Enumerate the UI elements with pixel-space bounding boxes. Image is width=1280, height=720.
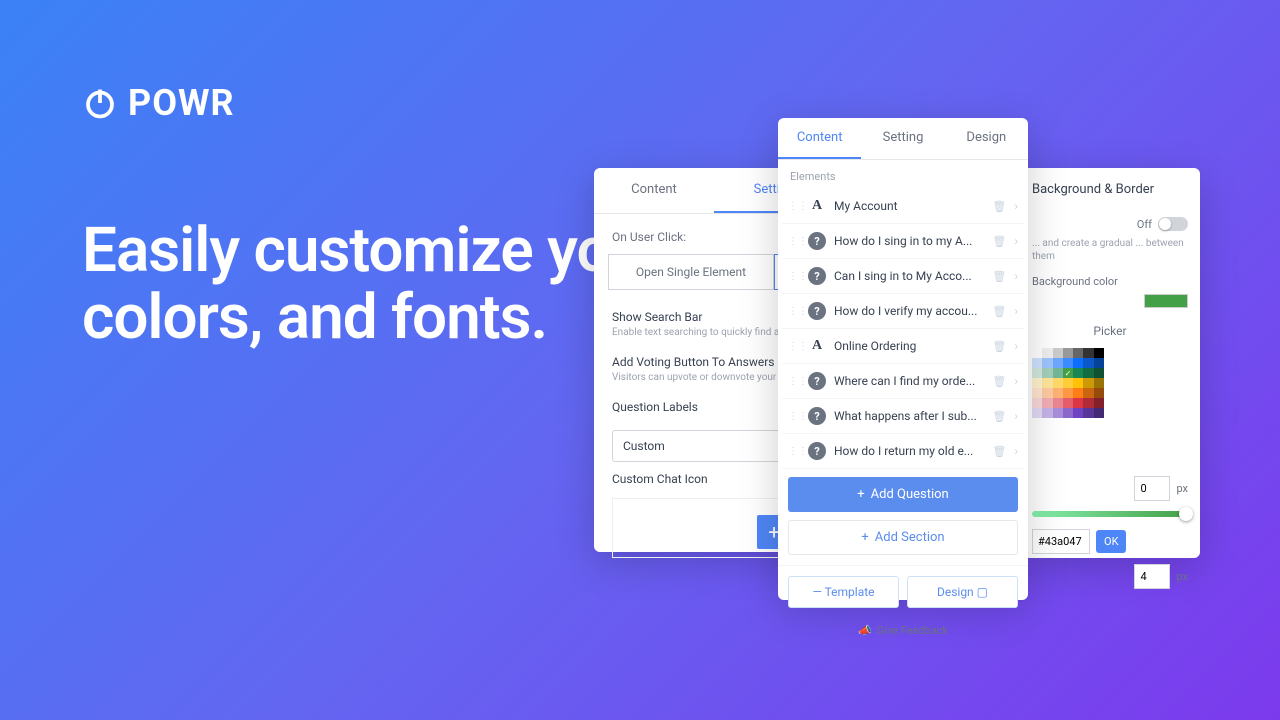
question-icon: ?	[808, 232, 826, 250]
element-label: Where can I find my orde...	[834, 374, 984, 388]
element-item[interactable]: ⋮⋮ A My Account 🗑 ›	[782, 189, 1024, 224]
text-icon: A	[808, 197, 826, 215]
template-button[interactable]: — Template	[788, 576, 899, 608]
megaphone-icon: 📣	[858, 624, 872, 637]
element-label: My Account	[834, 199, 984, 213]
trash-icon[interactable]: 🗑	[992, 375, 1006, 388]
open-single-button[interactable]: Open Single Element	[608, 254, 774, 290]
trash-icon[interactable]: 🗑	[992, 200, 1006, 213]
chevron-right-icon[interactable]: ›	[1014, 304, 1018, 318]
hex-input[interactable]	[1032, 529, 1090, 554]
chevron-right-icon[interactable]: ›	[1014, 234, 1018, 248]
element-label: Online Ordering	[834, 339, 984, 353]
question-icon: ?	[808, 302, 826, 320]
tab-content[interactable]: Content	[594, 168, 714, 213]
gradient-desc: ... and create a gradual ... between the…	[1020, 237, 1200, 271]
drag-handle-icon[interactable]: ⋮⋮	[788, 306, 800, 317]
drag-handle-icon[interactable]: ⋮⋮	[788, 236, 800, 247]
element-label: How do I sing in to my A...	[834, 234, 984, 248]
design-section-header: Background & Border	[1020, 168, 1200, 211]
ok-button[interactable]: OK	[1096, 530, 1126, 553]
design-panel: Background & Border Off ... and create a…	[1020, 168, 1200, 558]
bg-color-label: Background color	[1020, 271, 1200, 292]
drag-handle-icon[interactable]: ⋮⋮	[788, 271, 800, 282]
trash-icon[interactable]: 🗑	[992, 270, 1006, 283]
brand-name: POWR	[128, 82, 235, 124]
px-input-4[interactable]	[1134, 564, 1170, 589]
element-label: How do I return my old e...	[834, 444, 984, 458]
plus-icon: +	[857, 487, 864, 502]
element-item[interactable]: ⋮⋮? How do I return my old e... 🗑 ›	[782, 434, 1024, 469]
element-item[interactable]: ⋮⋮ A Online Ordering 🗑 ›	[782, 329, 1024, 364]
px-unit: px	[1176, 482, 1188, 495]
element-label: Can I sing in to My Acco...	[834, 269, 984, 283]
chevron-right-icon[interactable]: ›	[1014, 339, 1018, 353]
question-icon: ?	[808, 372, 826, 390]
tab-setting-front[interactable]: Setting	[861, 118, 944, 159]
brand-logo: POWR	[82, 82, 235, 124]
question-icon: ?	[808, 442, 826, 460]
drag-handle-icon[interactable]: ⋮⋮	[788, 446, 800, 457]
chevron-right-icon[interactable]: ›	[1014, 444, 1018, 458]
chevron-right-icon[interactable]: ›	[1014, 269, 1018, 283]
trash-icon[interactable]: 🗑	[992, 445, 1006, 458]
tab-design-front[interactable]: Design	[945, 118, 1028, 159]
element-item[interactable]: ⋮⋮? How do I verify my accou... 🗑 ›	[782, 294, 1024, 329]
element-item[interactable]: ⋮⋮? How do I sing in to my A... 🗑 ›	[782, 224, 1024, 259]
trash-icon[interactable]: 🗑	[992, 235, 1006, 248]
px-input-0[interactable]	[1134, 476, 1170, 501]
element-item[interactable]: ⋮⋮? What happens after I sub... 🗑 ›	[782, 399, 1024, 434]
drag-handle-icon[interactable]: ⋮⋮	[788, 341, 800, 352]
element-item[interactable]: ⋮⋮? Where can I find my orde... 🗑 ›	[782, 364, 1024, 399]
chevron-right-icon[interactable]: ›	[1014, 409, 1018, 423]
alpha-slider[interactable]	[1032, 511, 1188, 517]
question-icon: ?	[808, 407, 826, 425]
elements-section-label: Elements	[778, 160, 1028, 189]
text-icon: A	[808, 337, 826, 355]
powr-icon	[82, 85, 118, 121]
chevron-right-icon[interactable]: ›	[1014, 374, 1018, 388]
content-panel: Content Setting Design Elements ⋮⋮ A My Ac…	[778, 118, 1028, 600]
add-section-button[interactable]: +Add Section	[788, 520, 1018, 555]
drag-handle-icon[interactable]: ⋮⋮	[788, 411, 800, 422]
element-label: How do I verify my accou...	[834, 304, 984, 318]
trash-icon[interactable]: 🗑	[992, 340, 1006, 353]
gradient-toggle[interactable]	[1158, 217, 1188, 231]
trash-icon[interactable]: 🗑	[992, 305, 1006, 318]
drag-handle-icon[interactable]: ⋮⋮	[788, 201, 800, 212]
chevron-right-icon[interactable]: ›	[1014, 199, 1018, 213]
trash-icon[interactable]: 🗑	[992, 410, 1006, 423]
give-feedback-link[interactable]: 📣Give Feedback	[778, 618, 1028, 647]
question-icon: ?	[808, 267, 826, 285]
drag-handle-icon[interactable]: ⋮⋮	[788, 376, 800, 387]
element-item[interactable]: ⋮⋮? Can I sing in to My Acco... 🗑 ›	[782, 259, 1024, 294]
element-label: What happens after I sub...	[834, 409, 984, 423]
plus-icon: +	[861, 530, 868, 545]
px-unit-2: px	[1176, 570, 1188, 583]
toggle-off-label: Off	[1137, 218, 1152, 231]
add-question-button[interactable]: +Add Question	[788, 477, 1018, 512]
picker-label: Picker	[1020, 318, 1200, 344]
design-button[interactable]: Design ▢	[907, 576, 1018, 608]
tab-content-front[interactable]: Content	[778, 118, 861, 159]
color-palette[interactable]: ✓	[1032, 348, 1104, 468]
bg-color-swatch[interactable]	[1144, 294, 1188, 308]
